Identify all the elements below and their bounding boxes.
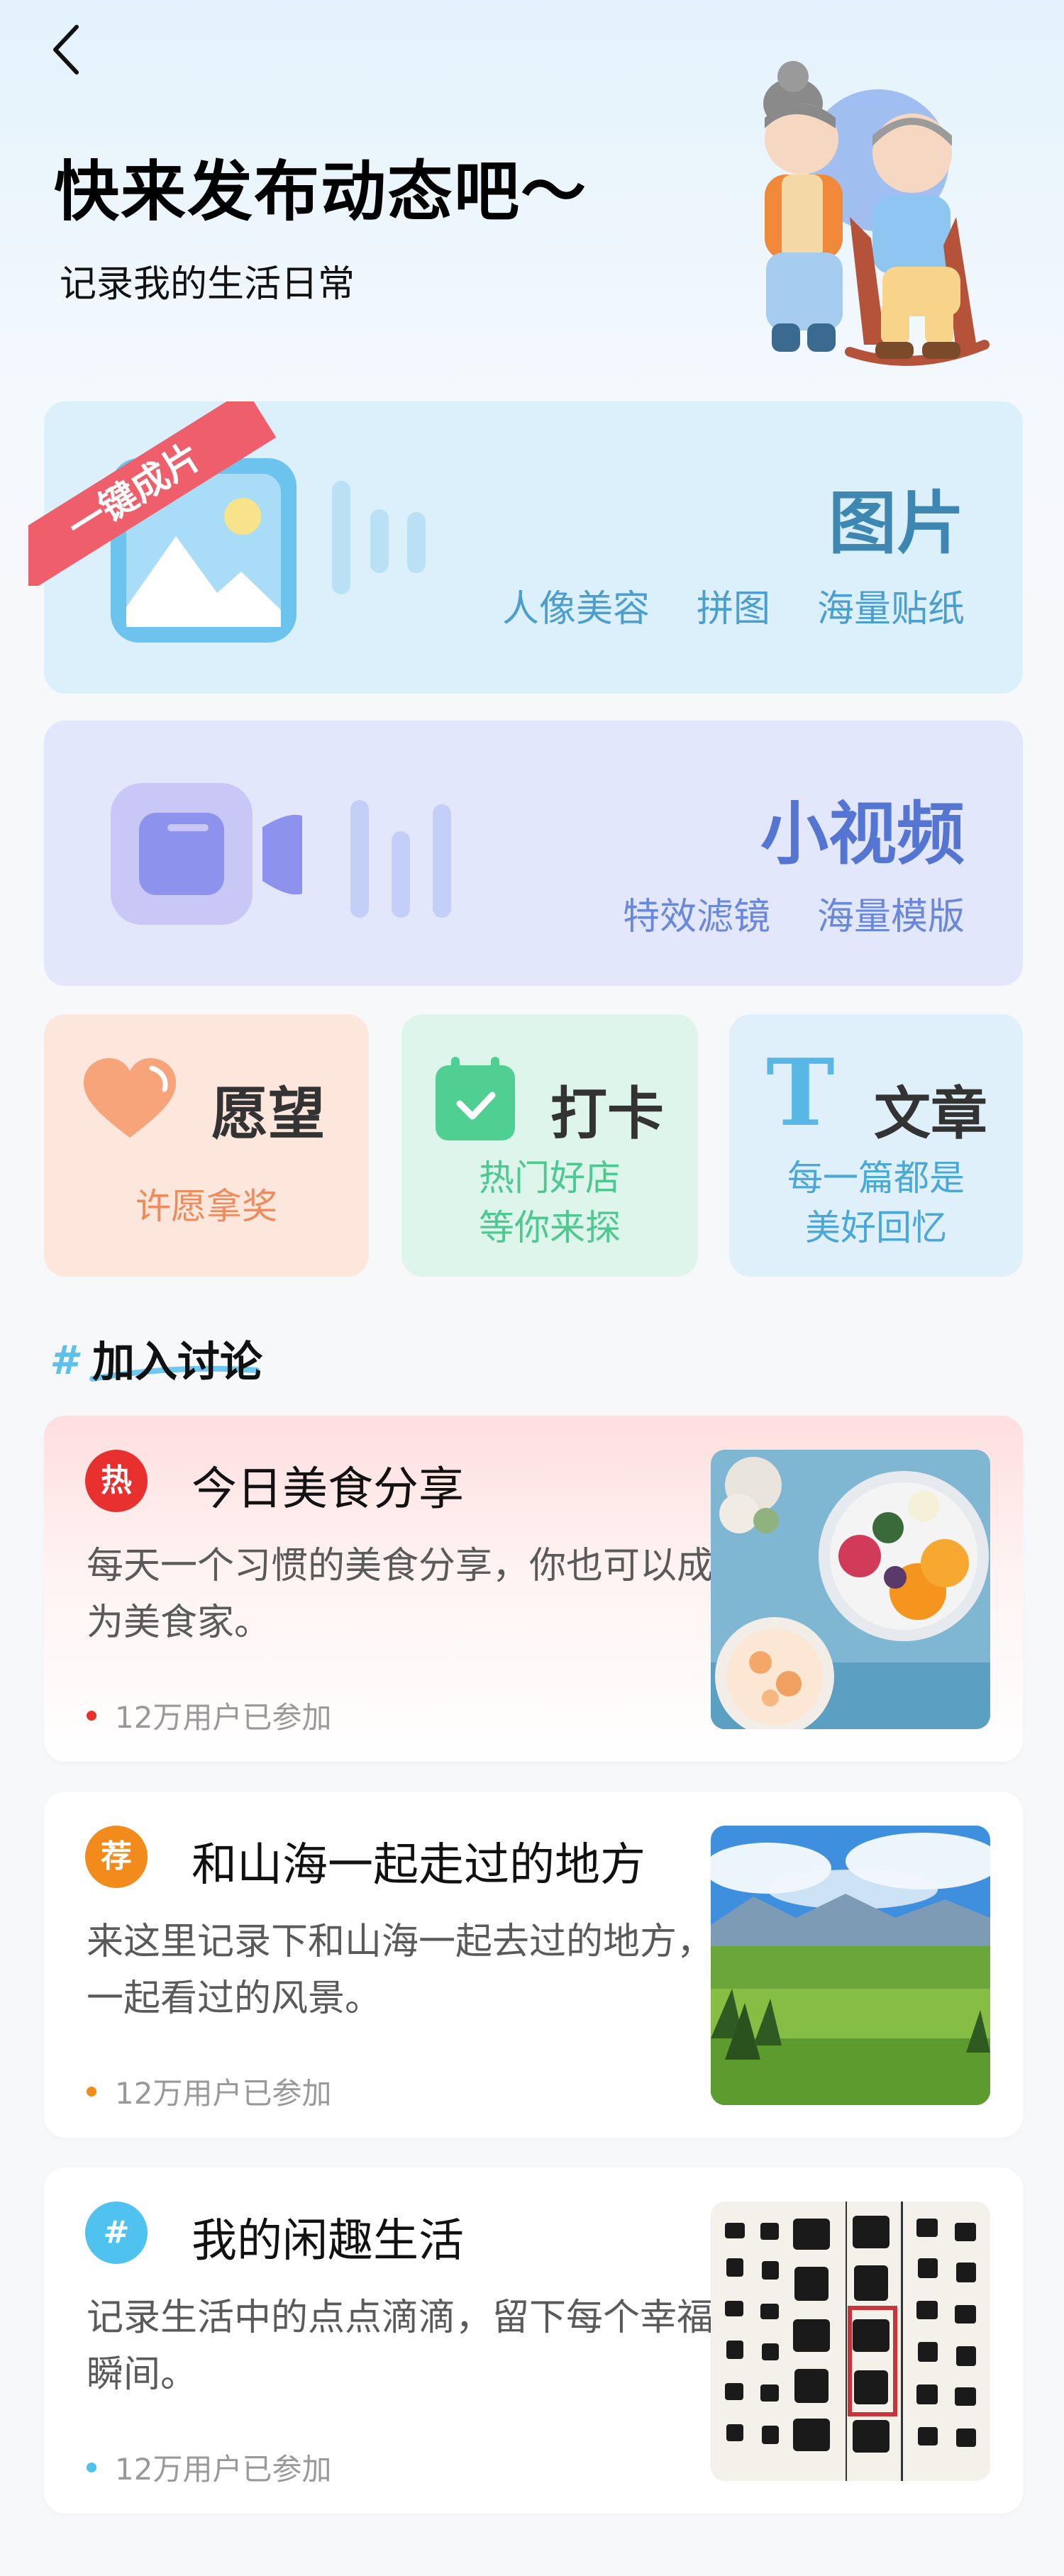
text-t-icon: T xyxy=(766,1038,835,1147)
tag-collage[interactable]: 拼图 xyxy=(697,579,770,632)
elderly-couple-illustration xyxy=(722,61,1020,373)
video-card-tags: 特效滤镜 海量模版 xyxy=(623,887,965,940)
wish-card[interactable]: 愿望 许愿拿奖 xyxy=(44,1014,369,1277)
sound-bars-decoration xyxy=(350,800,451,918)
wish-card-title: 愿望 xyxy=(211,1081,325,1147)
video-card-title: 小视频 xyxy=(760,794,965,874)
sound-bars-decoration xyxy=(332,481,426,594)
hash-badge: # xyxy=(85,2202,148,2264)
food-photo xyxy=(711,1450,990,1729)
page-subtitle: 记录我的生活日常 xyxy=(60,263,355,306)
video-post-card[interactable]: 小视频 特效滤镜 海量模版 xyxy=(44,721,1023,986)
image-icon xyxy=(111,458,297,643)
topic-card-travel[interactable]: 荐 和山海一起走过的地方 来这里记录下和山海一起去过的地方，一起看过的风景。 1… xyxy=(44,1792,1023,2138)
calendar-check-icon xyxy=(436,1057,515,1140)
tag-portrait-beauty[interactable]: 人像美容 xyxy=(502,579,650,632)
page-title: 快来发布动态吧～ xyxy=(54,154,588,230)
back-button[interactable] xyxy=(44,21,89,78)
article-subtitle-line2: 美好回忆 xyxy=(805,1207,947,1248)
checkin-card-title: 打卡 xyxy=(550,1081,664,1147)
calligraphy-photo xyxy=(711,2202,990,2481)
recommend-badge: 荐 xyxy=(85,1826,148,1888)
video-camera-icon xyxy=(111,783,302,925)
photo-post-card[interactable]: 图片 人像美容 拼图 海量贴纸 xyxy=(44,401,1023,694)
hash-icon: # xyxy=(50,1338,77,1384)
checkin-card[interactable]: 打卡 热门好店 等你来探 xyxy=(401,1014,698,1277)
status-dot xyxy=(87,2462,96,2472)
landscape-photo xyxy=(711,1826,990,2105)
photo-card-title: 图片 xyxy=(829,484,965,563)
heart-icon xyxy=(84,1058,176,1138)
topic-description: 记录生活中的点点滴滴，留下每个幸福瞬间。 xyxy=(87,2297,714,2396)
article-card[interactable]: T 文章 每一篇都是 美好回忆 xyxy=(729,1014,1023,1277)
tag-templates[interactable]: 海量模版 xyxy=(817,887,965,940)
topic-description: 来这里记录下和山海一起去过的地方，一起看过的风景。 xyxy=(87,1921,714,2020)
topic-participants: 12万用户已参加 xyxy=(87,1694,331,1737)
topic-title: 我的闲趣生活 xyxy=(192,2215,464,2267)
topic-card-food[interactable]: 热 今日美食分享 每天一个习惯的美食分享，你也可以成为美食家。 12万用户已参加 xyxy=(44,1416,1023,1762)
article-card-title: 文章 xyxy=(874,1081,987,1147)
checkin-card-subtitle: 热门好店 等你来探 xyxy=(401,1153,698,1253)
photo-card-tags: 人像美容 拼图 海量贴纸 xyxy=(502,579,965,632)
status-dot xyxy=(87,2086,96,2097)
chevron-left-icon xyxy=(53,25,79,74)
hot-badge: 热 xyxy=(85,1450,148,1512)
discussion-section-title: 加入讨论 xyxy=(92,1338,262,1387)
wish-card-subtitle: 许愿拿奖 xyxy=(135,1186,277,1227)
tag-stickers[interactable]: 海量贴纸 xyxy=(817,579,965,632)
topic-title: 和山海一起走过的地方 xyxy=(192,1839,645,1892)
article-subtitle-line1: 每一篇都是 xyxy=(787,1157,965,1199)
topic-participants: 12万用户已参加 xyxy=(87,2445,331,2489)
participants-count: 12万用户已参加 xyxy=(115,1700,332,1735)
topic-card-leisure[interactable]: # 我的闲趣生活 记录生活中的点点滴滴，留下每个幸福瞬间。 12万用户已参加 xyxy=(44,2167,1023,2514)
status-dot xyxy=(87,1710,96,1721)
participants-count: 12万用户已参加 xyxy=(115,2076,332,2111)
participants-count: 12万用户已参加 xyxy=(115,2452,332,2487)
topic-title: 今日美食分享 xyxy=(192,1463,464,1516)
checkin-subtitle-line1: 热门好店 xyxy=(479,1157,621,1199)
topic-description: 每天一个习惯的美食分享，你也可以成为美食家。 xyxy=(87,1545,714,1644)
checkin-subtitle-line2: 等你来探 xyxy=(479,1207,621,1248)
topic-participants: 12万用户已参加 xyxy=(87,2070,331,2113)
article-card-subtitle: 每一篇都是 美好回忆 xyxy=(729,1153,1023,1253)
tag-effects-filters[interactable]: 特效滤镜 xyxy=(623,887,770,940)
